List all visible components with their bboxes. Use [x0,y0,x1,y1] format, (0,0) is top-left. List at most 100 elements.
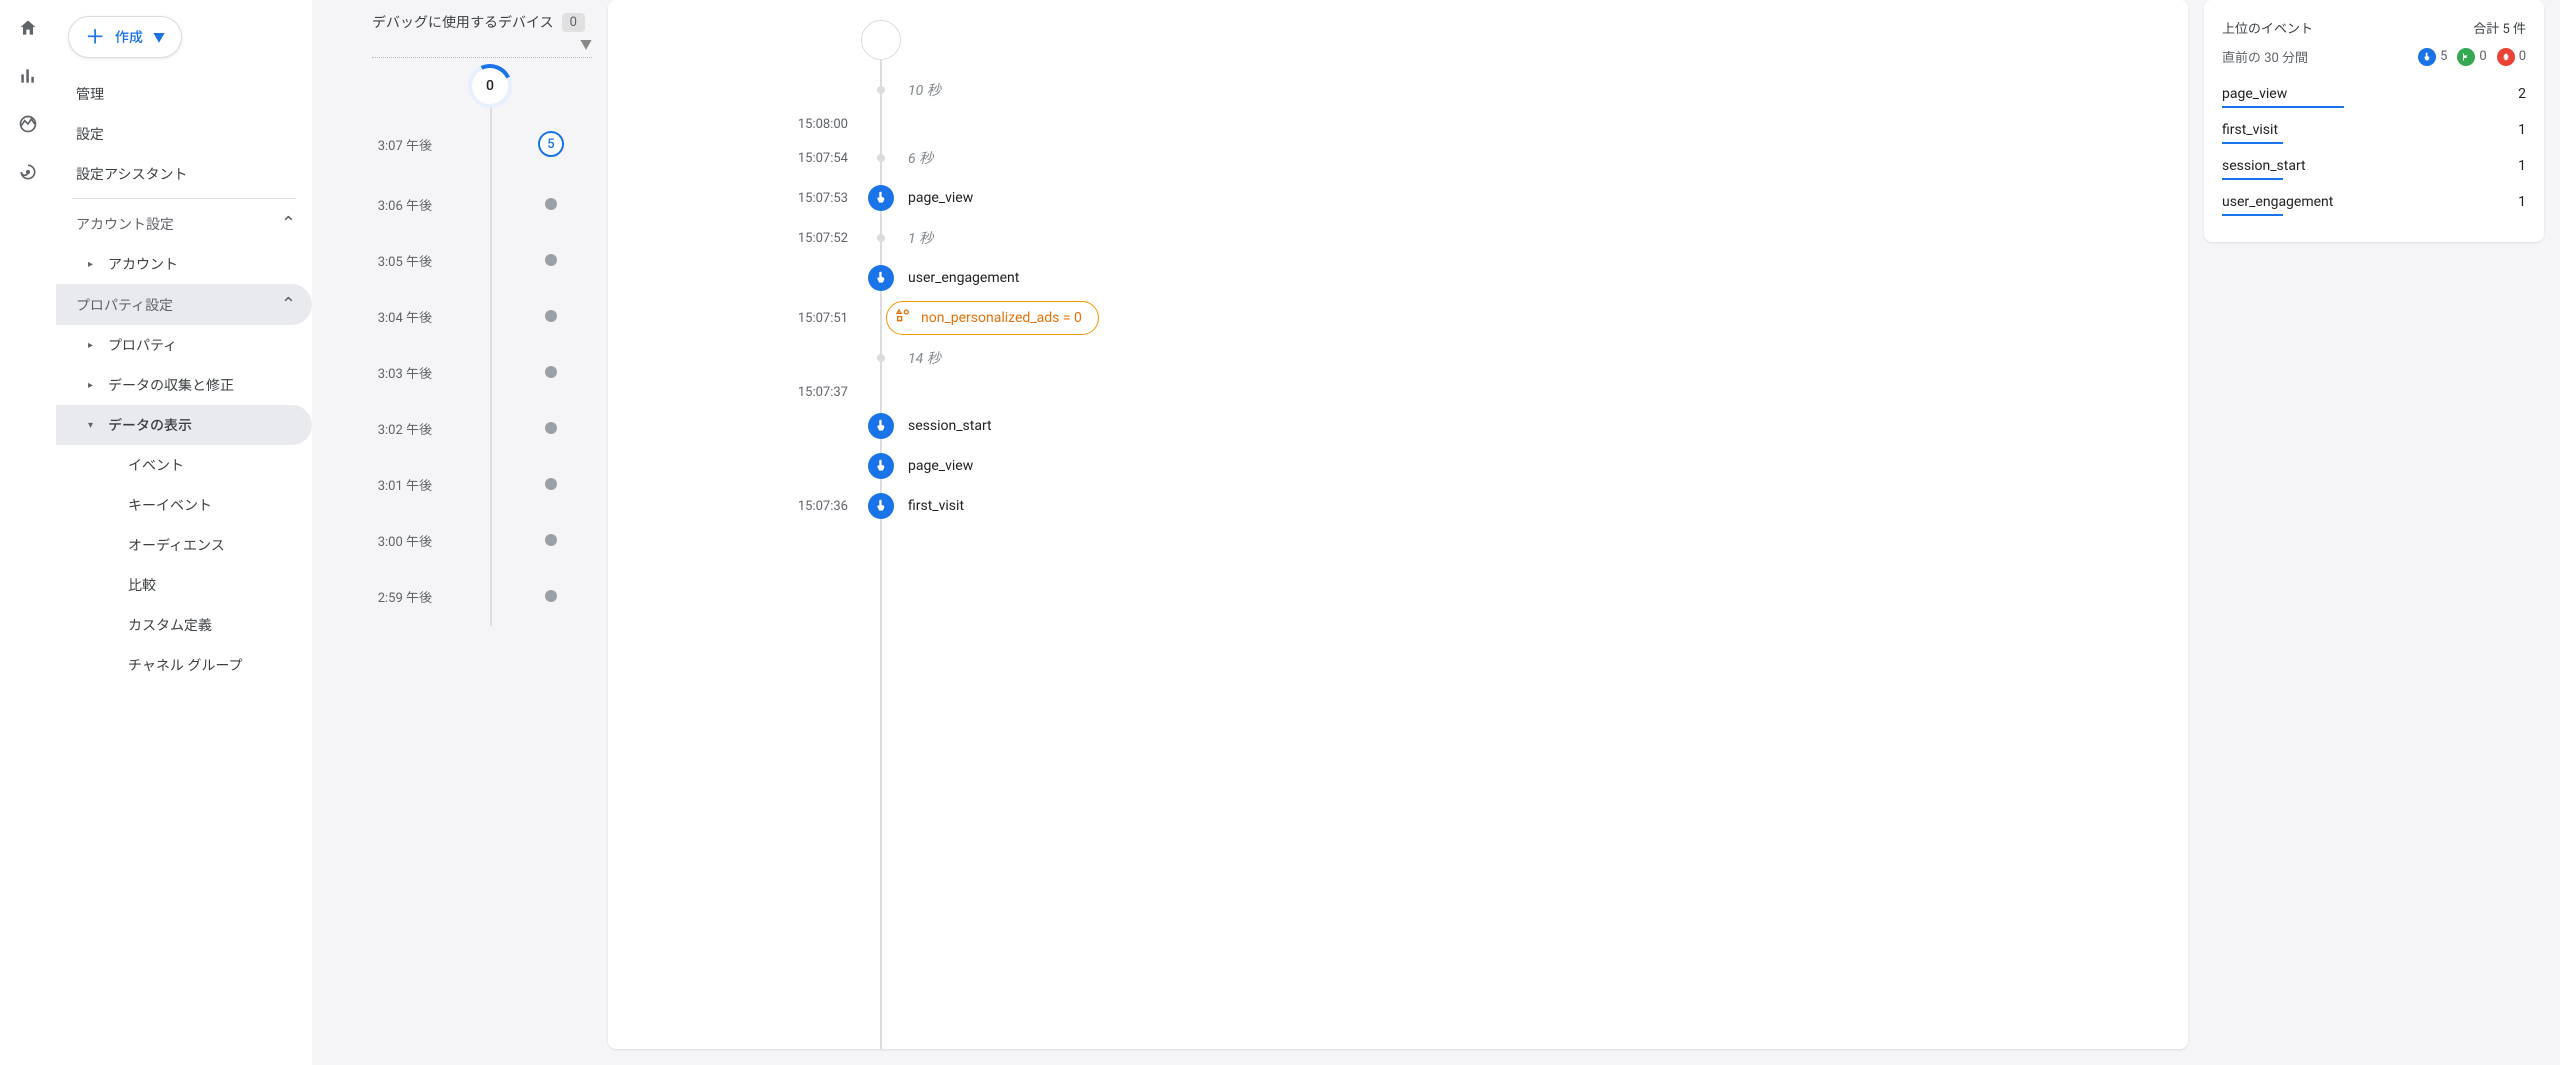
device-count-badge: 0 [562,13,585,32]
minute-dot [545,254,557,266]
nav-setup-assistant[interactable]: 設定アシスタント [56,154,312,194]
stream-time-label: 15:07:52 [778,231,848,246]
explore-icon[interactable] [16,112,40,136]
event-name: first_visit [908,498,964,514]
event-name: session_start [908,418,992,434]
touch-event-icon [868,493,894,519]
event-stream: 10 秒15:08:0015:07:546 秒15:07:53page_view… [868,20,2168,1049]
top-events-subtitle: 直前の 30 分間 [2222,47,2308,66]
top-event-count: 2 [2518,86,2526,102]
minute-dot-active: 5 [538,131,564,157]
device-dropdown-caret-icon[interactable]: ▼ [580,36,592,53]
minute-row[interactable]: 3:07 午後5 [432,112,592,176]
nav-comparisons[interactable]: 比較 [56,565,312,605]
minute-row[interactable]: 3:04 午後 [432,288,592,344]
top-event-bar [2222,178,2283,180]
nav-data-display[interactable]: ▾データの表示 [56,405,312,445]
minute-row[interactable]: 3:00 午後 [432,512,592,568]
divider [72,198,296,199]
stream-row: 15:08:00 [868,110,2168,138]
top-event-count: 1 [2518,122,2526,138]
stream-row: 15:07:37 [868,378,2168,406]
minute-row[interactable]: 3:01 午後 [432,456,592,512]
nav-settings[interactable]: 設定 [56,114,312,154]
debug-device-header: デバッグに使用するデバイス 0 [372,12,592,32]
advertising-icon[interactable] [16,160,40,184]
event-name: user_engagement [908,270,1019,286]
minute-dot [545,590,557,602]
top-event-item[interactable]: first_visit1 [2222,116,2526,142]
minute-dot [545,366,557,378]
stream-time-label: 15:07:37 [778,385,848,400]
top-event-item[interactable]: user_engagement1 [2222,188,2526,214]
chevron-up-icon: ⌃ [281,294,296,315]
main-content: デバッグに使用するデバイス 0 ▼ 0 3:07 午後53:06 午後3:05 … [312,0,2560,1065]
nav-audiences[interactable]: オーディエンス [56,525,312,565]
minute-time-label: 3:02 午後 [372,419,432,438]
chevron-down-icon: ▼ [153,29,165,46]
minute-timeline: 0 3:07 午後53:06 午後3:05 午後3:04 午後3:03 午後3:… [372,66,592,626]
pill-label: non_personalized_ads = 0 [921,310,1082,326]
minute-row[interactable]: 3:03 午後 [432,344,592,400]
touch-event-icon [868,265,894,291]
stream-row[interactable]: 15:07:36first_visit [868,486,2168,526]
gap-label: 6 秒 [908,148,933,168]
create-button[interactable]: ＋ 作成 ▼ [68,16,182,58]
event-stream-card: 10 秒15:08:0015:07:546 秒15:07:53page_view… [608,0,2188,1049]
nav-channel-groups[interactable]: チャネル グループ [56,645,312,685]
nav-key-events[interactable]: キーイベント [56,485,312,525]
bug-icon [2497,48,2515,66]
top-events-total: 合計 5 件 [2473,18,2526,37]
reports-icon[interactable] [16,64,40,88]
gap-dot [877,234,885,242]
touch-icon [2418,48,2436,66]
top-event-item[interactable]: page_view2 [2222,80,2526,106]
minute-time-label: 2:59 午後 [372,587,432,606]
gap-label: 1 秒 [908,228,933,248]
minute-time-label: 3:00 午後 [372,531,432,550]
minute-row[interactable]: 3:06 午後 [432,176,592,232]
flag-icon [2457,48,2475,66]
home-icon[interactable] [16,16,40,40]
stream-row[interactable]: session_start [868,406,2168,446]
gap-label: 14 秒 [908,348,941,368]
nav-admin[interactable]: 管理 [56,74,312,114]
legend-conversions: 0 [2457,48,2486,66]
stream-time-label: 15:08:00 [778,117,848,132]
stream-row[interactable]: user_engagement [868,258,2168,298]
gap-label: 10 秒 [908,80,941,100]
nav-property[interactable]: ▸プロパティ [56,325,312,365]
top-events-title: 上位のイベント [2222,18,2313,37]
stream-row[interactable]: 15:07:53page_view [868,178,2168,218]
stream-row: 14 秒 [868,338,2168,378]
property-settings-header[interactable]: プロパティ設定 ⌃ [56,284,312,325]
stream-row[interactable]: 15:07:51non_personalized_ads = 0 [868,298,2168,338]
touch-event-icon [868,413,894,439]
minute-dot [545,534,557,546]
create-button-label: 作成 [115,27,143,47]
touch-event-icon [868,453,894,479]
property-pill[interactable]: non_personalized_ads = 0 [886,301,1099,335]
caret-right-icon: ▸ [88,340,96,351]
nav-custom-definitions[interactable]: カスタム定義 [56,605,312,645]
top-event-item[interactable]: session_start 1 [2222,152,2526,178]
top-event-count: 1 [2518,158,2526,174]
nav-account[interactable]: ▸アカウント [56,244,312,284]
minute-time-label: 3:07 午後 [372,135,432,154]
account-settings-header[interactable]: アカウント設定 ⌃ [56,203,312,244]
minute-row[interactable]: 3:05 午後 [432,232,592,288]
top-event-name: session_start [2222,158,2306,174]
nav-events[interactable]: イベント [56,445,312,485]
stream-head-circle [861,20,901,60]
minute-row[interactable]: 3:02 午後 [432,400,592,456]
sidebar: ＋ 作成 ▼ 管理 設定 設定アシスタント アカウント設定 ⌃ ▸アカウント プ… [56,0,312,1065]
minute-time-label: 3:05 午後 [372,251,432,270]
caret-down-icon: ▾ [88,420,96,431]
gap-dot [877,86,885,94]
stream-row[interactable]: page_view [868,446,2168,486]
stream-time-label: 15:07:53 [778,191,848,206]
minute-row[interactable]: 2:59 午後 [432,568,592,624]
caret-right-icon: ▸ [88,259,96,270]
mini-rail [0,0,56,1065]
nav-data-collection[interactable]: ▸データの収集と修正 [56,365,312,405]
